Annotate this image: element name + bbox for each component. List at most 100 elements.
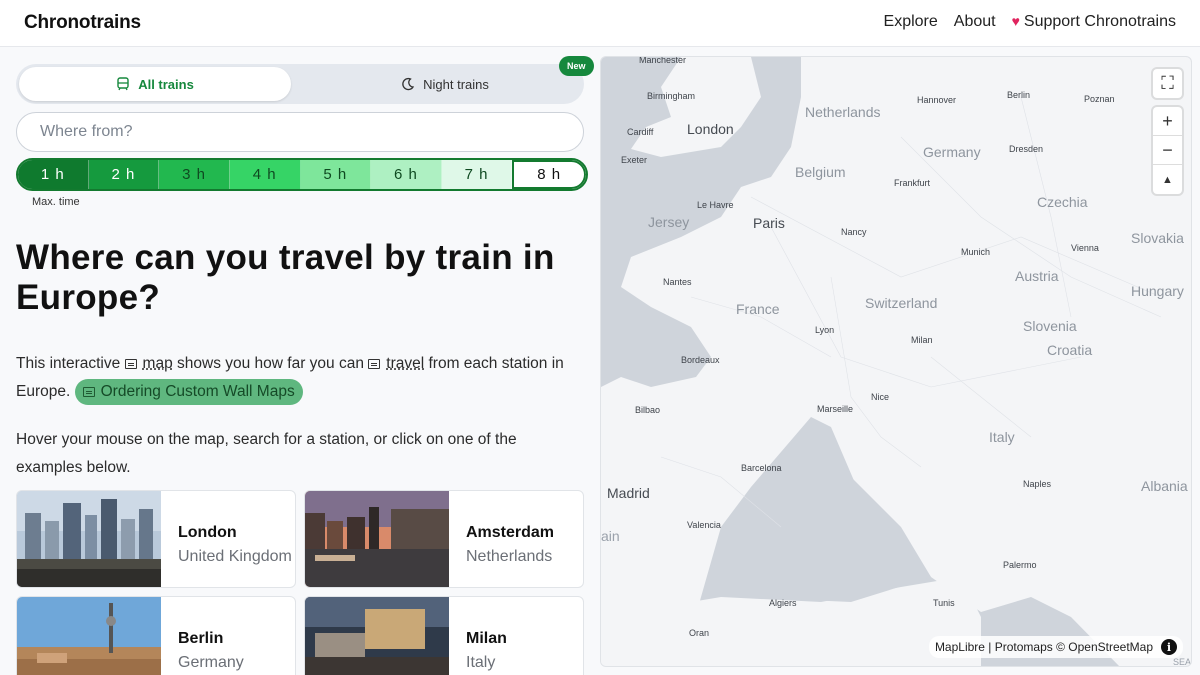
map-city-label: Manchester xyxy=(639,56,687,65)
max-time-label: Max. time xyxy=(32,196,80,208)
map-sea-label: ain xyxy=(601,528,620,544)
map-country-label: Italy xyxy=(989,429,1015,445)
intro-paragraph: This interactive map shows you how far y… xyxy=(16,350,586,406)
berlin-photo xyxy=(17,597,161,675)
example-city: London xyxy=(178,524,237,541)
wiki-icon xyxy=(368,359,381,369)
example-city: Milan xyxy=(466,630,507,647)
fullscreen-button[interactable]: ⛶ xyxy=(1153,69,1182,98)
map-city-label: Exeter xyxy=(621,155,648,165)
map-city-label: Barcelona xyxy=(741,463,782,473)
hour-option[interactable]: 7 h xyxy=(441,160,513,189)
map-big-city-label: London xyxy=(687,121,734,137)
map-city-label: Munich xyxy=(961,247,991,257)
map-city-label: Naples xyxy=(1023,479,1052,489)
map-link[interactable]: map xyxy=(143,355,173,372)
example-card-milan[interactable]: Milan Italy xyxy=(304,596,584,675)
nav-support[interactable]: ♥ Support Chronotrains xyxy=(1012,13,1176,31)
map-city-label: Bilbao xyxy=(635,405,661,415)
map-big-city-label: Paris xyxy=(753,215,785,231)
map-city-label: Tunis xyxy=(933,598,955,608)
map-city-label: Nancy xyxy=(841,227,867,237)
nav-about[interactable]: About xyxy=(954,13,996,31)
map-city-label: Frankfurt xyxy=(894,178,931,188)
map-country-label: Croatia xyxy=(1047,342,1093,358)
hour-option[interactable]: 3 h xyxy=(159,160,230,189)
train-mode-switch: All trains Night trains xyxy=(16,64,584,104)
example-country: United Kingdom xyxy=(178,548,292,565)
tab-night-trains[interactable]: Night trains xyxy=(309,67,581,101)
hover-instructions: Hover your mouse on the map, search for … xyxy=(16,431,517,476)
map-country-label: Hungary xyxy=(1131,283,1184,299)
moon-icon xyxy=(402,77,415,91)
map-city-label: Cardiff xyxy=(627,127,654,137)
attribution-text[interactable]: MapLibre | Protomaps © OpenStreetMap xyxy=(935,640,1153,654)
hour-option[interactable]: 5 h xyxy=(300,160,372,189)
map-city-label: Vienna xyxy=(1071,243,1099,253)
map-country-label: Slovenia xyxy=(1023,318,1077,334)
new-badge: New xyxy=(559,56,594,76)
map-city-label: Palermo xyxy=(1003,560,1037,570)
map-city-label: Valencia xyxy=(687,520,721,530)
train-icon xyxy=(117,77,129,91)
brand-logo[interactable]: Chronotrains xyxy=(24,12,141,34)
station-search-input[interactable] xyxy=(16,112,584,152)
example-card-amsterdam[interactable]: Amsterdam Netherlands xyxy=(304,490,584,588)
hour-option[interactable]: 1 h xyxy=(18,160,89,189)
example-country: Netherlands xyxy=(466,548,553,565)
tab-night-trains-label: Night trains xyxy=(423,76,489,92)
heart-icon: ♥ xyxy=(1011,13,1020,29)
milan-photo xyxy=(305,597,449,675)
map-country-label: Jersey xyxy=(648,214,690,230)
amsterdam-photo xyxy=(305,491,449,587)
hour-option[interactable]: 4 h xyxy=(229,160,301,189)
wiki-icon xyxy=(124,359,137,369)
map-country-label: Austria xyxy=(1015,268,1059,284)
map-big-city-label: Madrid xyxy=(607,485,650,501)
london-photo xyxy=(17,491,161,587)
custom-maps-button[interactable]: Ordering Custom Wall Maps xyxy=(74,379,303,405)
map-attribution: MapLibre | Protomaps © OpenStreetMap i xyxy=(928,636,1183,658)
map-city-label: Bordeaux xyxy=(681,355,720,365)
map-country-label: Czechia xyxy=(1037,194,1088,210)
top-nav: Explore About ♥ Support Chronotrains xyxy=(884,13,1176,31)
intro-text-a: This interactive xyxy=(16,355,125,372)
tab-all-trains[interactable]: All trains xyxy=(19,67,291,101)
example-city: Berlin xyxy=(178,630,224,647)
info-icon[interactable]: i xyxy=(1161,639,1177,655)
compass-button[interactable]: ▲ xyxy=(1153,165,1182,194)
example-card-london[interactable]: London United Kingdom xyxy=(16,490,296,588)
map-country-label: Albania xyxy=(1141,478,1188,494)
example-country: Italy xyxy=(466,654,496,671)
example-city: Amsterdam xyxy=(466,524,555,541)
map-sea-label: SEA xyxy=(1173,657,1192,667)
map-city-label: Berlin xyxy=(1007,90,1031,100)
wiki-icon xyxy=(82,387,95,397)
top-bar: Chronotrains Explore About ♥ Support Chro… xyxy=(0,0,1200,47)
hour-option[interactable]: 8 h xyxy=(512,160,586,189)
map-city-label: Milan xyxy=(911,335,933,345)
map-city-label: Nice xyxy=(871,392,890,402)
map-city-label: Oran xyxy=(689,628,710,638)
hour-option[interactable]: 2 h xyxy=(88,160,160,189)
hour-option[interactable]: 6 h xyxy=(371,160,442,189)
zoom-in-button[interactable]: + xyxy=(1153,107,1182,136)
map-city-label: Hannover xyxy=(917,95,957,105)
nav-support-label: Support Chronotrains xyxy=(1023,13,1176,30)
zoom-out-button[interactable]: − xyxy=(1153,136,1182,165)
zoom-controls: + − ▲ xyxy=(1153,107,1182,194)
nav-explore[interactable]: Explore xyxy=(884,13,938,31)
map-city-label: Poznan xyxy=(1084,94,1115,104)
example-country: Germany xyxy=(178,654,244,671)
travel-link[interactable]: travel xyxy=(386,355,424,372)
tab-all-trains-label: All trains xyxy=(138,76,194,92)
intro-text-b: shows you how far you can xyxy=(172,355,369,372)
example-card-berlin[interactable]: Berlin Germany xyxy=(16,596,296,675)
map-country-label: Slovakia xyxy=(1131,230,1184,246)
europe-map[interactable]: Manchester Birmingham Cardiff Exeter Lon… xyxy=(600,56,1192,667)
page-title: Where can you travel by train in Europe? xyxy=(16,238,555,317)
map-country-label: Switzerland xyxy=(865,295,938,311)
fullscreen-control: ⛶ xyxy=(1153,69,1182,98)
map-country-label: Belgium xyxy=(795,164,846,180)
map-city-label: Nantes xyxy=(663,277,692,287)
